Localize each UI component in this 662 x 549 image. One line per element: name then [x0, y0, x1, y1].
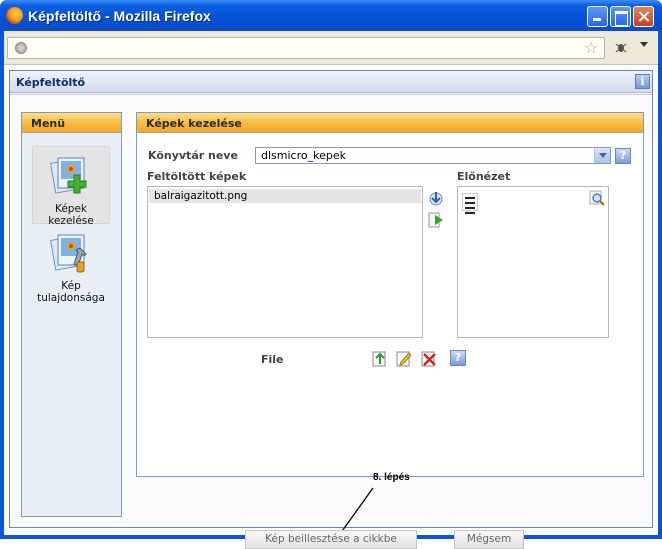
- preview-box: [457, 186, 609, 338]
- menu-item-label: Kép tulajdonsága: [37, 280, 105, 304]
- window-title: Képfeltöltő - Mozilla Firefox: [28, 8, 211, 24]
- menu-list: Képek kezelése Kép tulajdonsága: [22, 134, 121, 516]
- images-panel-title: Képek kezelése: [146, 117, 242, 130]
- minimize-button[interactable]: [587, 6, 608, 27]
- library-label: Könyvtár neve: [148, 149, 238, 162]
- info-icon[interactable]: i: [635, 74, 650, 89]
- cancel-button[interactable]: Mégsem: [454, 530, 524, 549]
- library-select[interactable]: dlsmicro_kepek: [255, 147, 611, 164]
- url-bar[interactable]: ☆: [7, 37, 605, 59]
- app-title: Képfeltöltő: [16, 76, 86, 89]
- library-select-value: dlsmicro_kepek: [261, 149, 346, 162]
- menu-panel: Menü Képek kezelése Kép tulajdonsága: [21, 112, 122, 517]
- page-content: Képfeltöltő i Menü Képek kezelése Kép tu…: [4, 65, 658, 549]
- maximize-button[interactable]: [610, 6, 631, 27]
- app-header: Képfeltöltő i: [10, 71, 652, 93]
- zoom-icon[interactable]: [589, 190, 605, 206]
- menu-title: Menü: [31, 117, 66, 130]
- preview-label: Előnézet: [457, 170, 511, 183]
- title-bar[interactable]: Képfeltöltő - Mozilla Firefox: [0, 0, 662, 31]
- uploaded-images-list[interactable]: balraigazitott.png: [147, 186, 423, 338]
- firefox-icon: [6, 7, 23, 24]
- image-properties-icon: [50, 232, 92, 276]
- bookmark-star-icon[interactable]: ☆: [584, 39, 598, 57]
- delete-icon[interactable]: [420, 349, 438, 367]
- menu-item-kepek-kezelese[interactable]: Képek kezelése: [32, 146, 110, 227]
- step-annotation: 8. lépés: [373, 472, 410, 483]
- upload-icon[interactable]: [371, 349, 389, 367]
- file-help-icon[interactable]: ?: [450, 350, 466, 366]
- document-icon: [462, 193, 478, 214]
- globe-icon: [15, 42, 27, 54]
- app-dialog: Képfeltöltő i Menü Képek kezelése Kép tu…: [9, 70, 653, 549]
- window-client: ☆ Képfeltöltő i Menü Képek kezelése Kép …: [4, 31, 658, 549]
- help-icon[interactable]: ?: [615, 148, 631, 164]
- play-icon[interactable]: [427, 211, 445, 229]
- menu-panel-header: Menü: [22, 113, 121, 133]
- insert-image-button[interactable]: Kép beillesztése a cikkbe: [245, 530, 417, 549]
- chevron-down-icon[interactable]: [594, 148, 610, 163]
- file-label: File: [261, 353, 284, 366]
- close-button[interactable]: [633, 6, 654, 27]
- list-item[interactable]: balraigazitott.png: [149, 189, 421, 203]
- bug-icon[interactable]: [614, 40, 628, 54]
- uploaded-images-label: Feltöltött képek: [147, 170, 247, 183]
- menu-item-kep-tulajdonsaga[interactable]: Kép tulajdonsága: [32, 224, 110, 304]
- images-panel: Képek kezelése Könyvtár neve dlsmicro_ke…: [136, 112, 644, 477]
- list-item-filename: balraigazitott.png: [154, 190, 248, 202]
- edit-icon[interactable]: [395, 349, 413, 367]
- download-icon[interactable]: [427, 189, 445, 207]
- dropdown-arrow-icon[interactable]: [640, 42, 648, 47]
- navigation-toolbar: ☆: [4, 31, 658, 65]
- image-add-icon: [50, 155, 92, 199]
- images-panel-header: Képek kezelése: [137, 113, 643, 133]
- browser-window: Képfeltöltő - Mozilla Firefox ☆ Képfeltö…: [0, 0, 662, 549]
- app-body: Menü Képek kezelése Kép tulajdonsága Kép…: [10, 94, 652, 549]
